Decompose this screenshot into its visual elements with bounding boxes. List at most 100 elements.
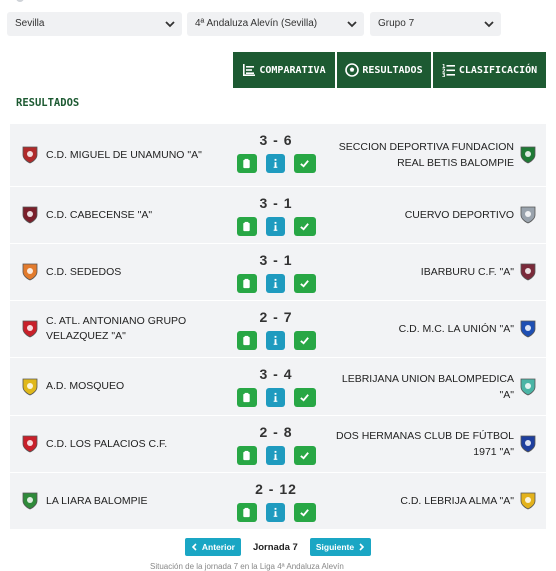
match-actions (233, 154, 319, 173)
info-icon (273, 392, 277, 402)
match-confirmed-button[interactable] (293, 154, 316, 173)
tab-resultados-label: RESULTADOS (362, 64, 423, 76)
away-team-name: SECCION DEPORTIVA FUNDACION REAL BETIS B… (338, 141, 514, 169)
home-team[interactable]: C.D. MIGUEL DE UNAMUNO "A" (22, 124, 222, 186)
match-report-button[interactable] (236, 388, 257, 407)
clipboard-icon (243, 450, 250, 461)
chevron-left-icon (191, 543, 197, 551)
match-confirmed-button[interactable] (293, 503, 316, 522)
home-team[interactable]: C.D. CABECENSE "A" (22, 187, 222, 243)
match-row[interactable]: C.D. MIGUEL DE UNAMUNO "A" 3 - 6 SECCION D… (10, 124, 546, 187)
match-confirmed-button[interactable] (293, 446, 316, 465)
next-label: Siguiente (315, 542, 355, 552)
away-team-name: C.D. LEBRIJA ALMA "A" (400, 495, 514, 507)
match-row[interactable]: A.D. MOSQUEO 3 - 4 LEBRIJANA UNION BALOMPE… (10, 358, 546, 416)
away-team-crest-icon (520, 206, 536, 224)
match-actions (233, 446, 319, 465)
home-team-crest-icon (22, 492, 38, 510)
home-team-crest-icon (22, 378, 38, 395)
match-info-button[interactable] (265, 388, 285, 407)
home-team[interactable]: C.D. LOS PALACIOS C.F. (22, 416, 222, 472)
match-info-button[interactable] (265, 154, 285, 173)
match-row[interactable]: C.D. SEDEDOS 3 - 1 IBARBURU C.F. "A" (10, 244, 546, 301)
away-team[interactable]: LEBRIJANA UNION BALOMPEDICA "A" (326, 358, 536, 415)
info-icon (273, 450, 277, 460)
home-team[interactable]: LA LIARA BALOMPIE (22, 473, 222, 529)
away-team-crest-icon (520, 146, 536, 164)
match-info-button[interactable] (265, 446, 285, 465)
tab-clasificacion-label: CLASIFICACIÓN (458, 64, 538, 76)
check-icon (300, 223, 309, 231)
home-team-name: C.D. SEDEDOS (46, 265, 122, 278)
home-team[interactable]: A.D. MOSQUEO (22, 358, 222, 415)
group-select[interactable]: Grupo 7 (370, 12, 501, 36)
home-team[interactable]: C. ATL. ANTONIANO GRUPO VELAZQUEZ "A" (22, 301, 222, 357)
match-center: 3 - 6 (233, 132, 319, 173)
match-report-button[interactable] (236, 274, 257, 293)
province-select[interactable]: Sevilla (7, 12, 182, 36)
match-score: 2 - 12 (255, 481, 297, 497)
home-team-crest-icon (22, 263, 38, 281)
match-score: 3 - 1 (259, 252, 293, 268)
soccer-ball-icon (345, 63, 360, 77)
clipboard-icon (243, 221, 250, 232)
previous-button[interactable]: Anterior (184, 538, 241, 556)
away-team[interactable]: C.D. LEBRIJA ALMA "A" (326, 473, 536, 529)
away-team[interactable]: IBARBURU C.F. "A" (326, 244, 536, 300)
away-team[interactable]: C.D. M.C. LA UNIÓN "A" (326, 301, 536, 357)
away-team-name: DOS HERMANAS CLUB DE FÚTBOL 1971 "A" (336, 430, 514, 458)
match-row[interactable]: LA LIARA BALOMPIE 2 - 12 C.D. LEBRIJA ALMA… (10, 473, 546, 530)
check-icon (300, 394, 309, 402)
info-icon (273, 507, 277, 517)
tab-clasificacion[interactable]: 123 CLASIFICACIÓN (433, 52, 546, 88)
match-info-button[interactable] (265, 331, 285, 350)
chevron-down-icon (347, 21, 357, 28)
match-row[interactable]: C. ATL. ANTONIANO GRUPO VELAZQUEZ "A" 2 -… (10, 301, 546, 358)
tab-comparativa[interactable]: COMPARATIVA (233, 52, 335, 88)
next-button[interactable]: Siguiente (309, 538, 372, 556)
match-confirmed-button[interactable] (293, 331, 316, 350)
chevron-right-icon (359, 543, 365, 551)
match-center: 3 - 1 (233, 252, 319, 293)
tab-resultados[interactable]: RESULTADOS (337, 52, 431, 88)
tab-comparativa-label: COMPARATIVA (259, 64, 326, 76)
info-icon (273, 158, 277, 168)
match-score: 3 - 4 (259, 366, 293, 382)
home-team[interactable]: C.D. SEDEDOS (22, 244, 222, 300)
home-team-name: C.D. LOS PALACIOS C.F. (46, 437, 168, 450)
away-team-crest-icon (520, 263, 536, 281)
match-row[interactable]: C.D. CABECENSE "A" 3 - 1 CUERVO DEPORTIVO (10, 187, 546, 244)
info-icon (273, 278, 277, 288)
away-team[interactable]: DOS HERMANAS CLUB DE FÚTBOL 1971 "A" (326, 416, 536, 472)
match-actions (233, 388, 319, 407)
match-report-button[interactable] (236, 331, 257, 350)
top-scroll-indicator (16, 0, 24, 2)
match-report-button[interactable] (236, 503, 257, 522)
match-info-button[interactable] (265, 274, 285, 293)
clipboard-icon (243, 335, 250, 346)
match-confirmed-button[interactable] (293, 217, 316, 236)
away-team[interactable]: SECCION DEPORTIVA FUNDACION REAL BETIS B… (326, 124, 536, 186)
chevron-down-icon (165, 21, 175, 28)
match-center: 2 - 12 (233, 481, 319, 522)
competition-select[interactable]: 4ª Andaluza Alevín (Sevilla) (187, 12, 364, 36)
match-info-button[interactable] (265, 503, 285, 522)
match-report-button[interactable] (236, 217, 257, 236)
match-row[interactable]: C.D. LOS PALACIOS C.F. 2 - 8 DOS HERMANAS … (10, 416, 546, 473)
match-confirmed-button[interactable] (293, 274, 316, 293)
match-info-button[interactable] (265, 217, 285, 236)
away-team[interactable]: CUERVO DEPORTIVO (326, 187, 536, 243)
match-score: 2 - 7 (259, 309, 293, 325)
svg-text:3: 3 (442, 73, 446, 77)
clipboard-icon (243, 507, 250, 518)
match-confirmed-button[interactable] (293, 388, 316, 407)
check-icon (300, 160, 309, 168)
match-report-button[interactable] (236, 154, 257, 173)
current-round: Jornada 7 (252, 541, 298, 553)
home-team-name: LA LIARA BALOMPIE (46, 494, 148, 507)
match-report-button[interactable] (236, 446, 257, 465)
home-team-crest-icon (22, 146, 38, 164)
clipboard-icon (243, 278, 250, 289)
clipboard-icon (243, 158, 250, 169)
away-team-crest-icon (520, 378, 536, 395)
